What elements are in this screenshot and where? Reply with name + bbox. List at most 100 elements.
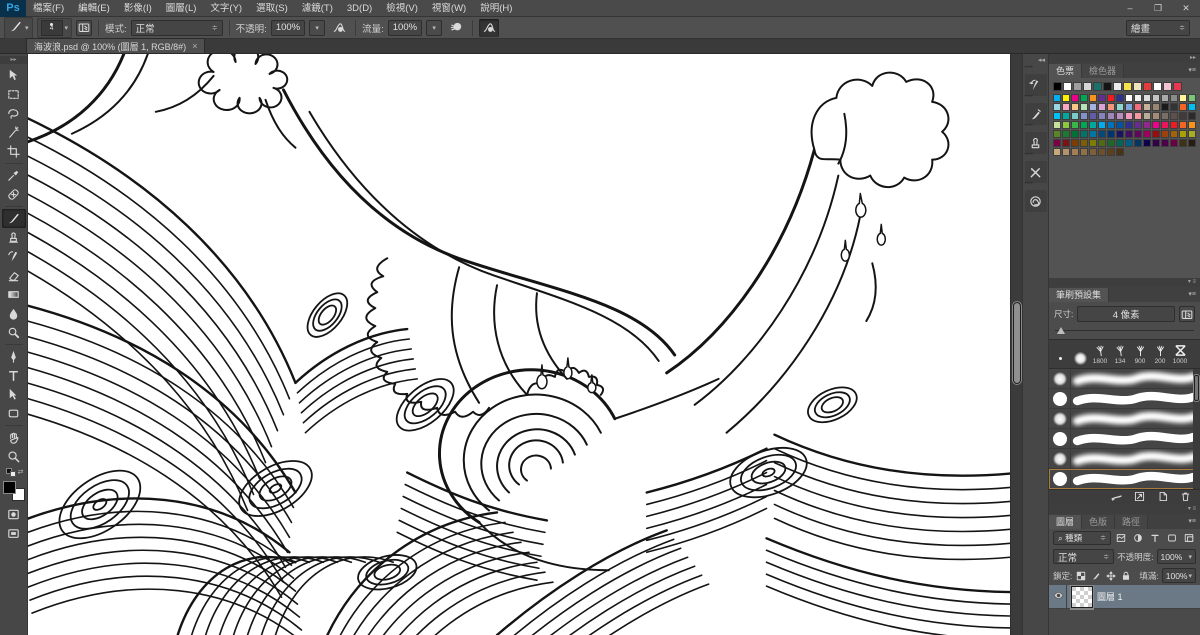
color-swatch[interactable] (1161, 94, 1169, 102)
brush-preset-row-6[interactable] (1049, 469, 1200, 489)
brush-preset-row-2[interactable] (1049, 389, 1200, 409)
color-swatch[interactable] (1062, 121, 1070, 129)
color-swatch[interactable] (1134, 94, 1142, 102)
brush-tip-6[interactable]: 200 (1150, 342, 1170, 366)
tab-brush-presets[interactable]: 筆刷預設集 (1049, 288, 1109, 302)
visibility-eye-icon[interactable] (1052, 589, 1065, 604)
clone-stamp-tool[interactable] (2, 228, 26, 247)
tool-presets-panel-icon[interactable] (1025, 161, 1047, 183)
menu-3[interactable]: 影像(I) (117, 0, 159, 17)
menu-4[interactable]: 圖層(L) (159, 0, 204, 17)
color-swatch[interactable] (1152, 94, 1160, 102)
layer-row-1[interactable]: 圖層 1 (1049, 585, 1200, 609)
toolbar-collapse-icon[interactable]: ▸▸ (0, 56, 27, 64)
color-swatch[interactable] (1063, 82, 1072, 91)
color-swatch[interactable] (1053, 82, 1062, 91)
color-swatch[interactable] (1179, 112, 1187, 120)
color-swatch[interactable] (1116, 94, 1124, 102)
color-swatch[interactable] (1062, 94, 1070, 102)
color-swatch[interactable] (1152, 103, 1160, 111)
brush-tool[interactable] (2, 209, 26, 228)
layers-group-grip[interactable]: ▾ ≡ (1049, 505, 1200, 514)
layer-thumbnail[interactable] (1071, 586, 1093, 608)
menu-10[interactable]: 視窗(W) (425, 0, 473, 17)
brush-preset-row-5[interactable] (1049, 449, 1200, 469)
tool-preset-picker[interactable]: ▾ (4, 17, 33, 39)
filter-pixel-icon[interactable] (1114, 531, 1128, 545)
color-swatch[interactable] (1103, 82, 1112, 91)
menu-6[interactable]: 選取(S) (249, 0, 295, 17)
color-swatch[interactable] (1098, 112, 1106, 120)
color-swatch[interactable] (1107, 121, 1115, 129)
color-swatch[interactable] (1170, 94, 1178, 102)
gradient-tool[interactable] (2, 285, 26, 304)
color-swatch[interactable] (1053, 94, 1061, 102)
color-swatch[interactable] (1071, 130, 1079, 138)
color-swatch[interactable] (1071, 103, 1079, 111)
hand-tool[interactable] (2, 428, 26, 447)
canvas[interactable] (28, 54, 1010, 635)
color-swatch[interactable] (1080, 130, 1088, 138)
clone-source-panel-icon[interactable] (1025, 132, 1047, 154)
color-swatch[interactable] (1116, 121, 1124, 129)
tab-路徑[interactable]: 路徑 (1115, 515, 1148, 529)
color-swatch[interactable] (1123, 82, 1132, 91)
color-swatch[interactable] (1113, 82, 1122, 91)
brush-group-grip[interactable]: ▾ ≡ (1049, 278, 1200, 287)
color-swatch[interactable] (1161, 112, 1169, 120)
color-swatch[interactable] (1071, 139, 1079, 147)
brush-tip-4[interactable]: 134 (1110, 342, 1130, 366)
color-swatch[interactable] (1188, 112, 1196, 120)
color-swatch[interactable] (1116, 103, 1124, 111)
layer-opacity-value[interactable]: 100%▾ (1157, 549, 1196, 564)
flow-stepper[interactable]: ▾ (426, 20, 442, 36)
restore-button[interactable]: ❐ (1144, 1, 1172, 16)
color-swatch[interactable] (1089, 139, 1097, 147)
color-swatch[interactable] (1116, 130, 1124, 138)
dodge-tool[interactable] (2, 323, 26, 342)
color-swatch[interactable] (1170, 112, 1178, 120)
flow-value[interactable]: 100% (388, 20, 422, 36)
color-swatch[interactable] (1161, 103, 1169, 111)
healing-brush-tool[interactable] (2, 185, 26, 204)
color-swatch[interactable] (1125, 121, 1133, 129)
color-swatch[interactable] (1089, 130, 1097, 138)
tab-color-picker[interactable]: 檢色器 (1082, 64, 1124, 78)
color-swatch[interactable] (1098, 94, 1106, 102)
menu-9[interactable]: 檢視(V) (379, 0, 425, 17)
menu-2[interactable]: 編輯(E) (71, 0, 117, 17)
scrollbar-thumb[interactable] (1013, 302, 1021, 384)
move-tool[interactable] (2, 66, 26, 85)
brush-preset-row-3[interactable] (1049, 409, 1200, 429)
color-swatch[interactable] (1152, 130, 1160, 138)
color-swatch[interactable] (1098, 130, 1106, 138)
history-brush-tool[interactable] (2, 247, 26, 266)
color-swatch[interactable] (1161, 121, 1169, 129)
brush-tip-3[interactable]: 1800 (1090, 342, 1110, 366)
color-swatch[interactable] (1071, 112, 1079, 120)
color-swatch[interactable] (1134, 139, 1142, 147)
filter-adjustment-icon[interactable] (1131, 531, 1145, 545)
color-swatch[interactable] (1080, 94, 1088, 102)
color-swatch[interactable] (1098, 148, 1106, 156)
color-swatch[interactable] (1053, 112, 1061, 120)
history-panel-icon[interactable] (1025, 74, 1047, 96)
color-swatch[interactable] (1062, 130, 1070, 138)
color-swatch[interactable] (1093, 82, 1102, 91)
color-swatch[interactable] (1116, 112, 1124, 120)
brush-tip-5[interactable]: 900 (1130, 342, 1150, 366)
pressure-size-icon[interactable] (479, 19, 499, 37)
brush-preset-row-4[interactable] (1049, 429, 1200, 449)
close-button[interactable]: ✕ (1172, 1, 1200, 16)
color-swatch[interactable] (1107, 112, 1115, 120)
new-brush-icon[interactable] (1156, 490, 1169, 506)
color-swatch[interactable] (1062, 103, 1070, 111)
color-swatch[interactable] (1098, 121, 1106, 129)
color-swatch[interactable] (1089, 112, 1097, 120)
color-swatch[interactable] (1071, 121, 1079, 129)
color-swatch[interactable] (1107, 103, 1115, 111)
color-swatch[interactable] (1161, 130, 1169, 138)
color-swatch[interactable] (1107, 94, 1115, 102)
color-swatch[interactable] (1089, 103, 1097, 111)
brush-tip-2[interactable] (1070, 342, 1090, 366)
